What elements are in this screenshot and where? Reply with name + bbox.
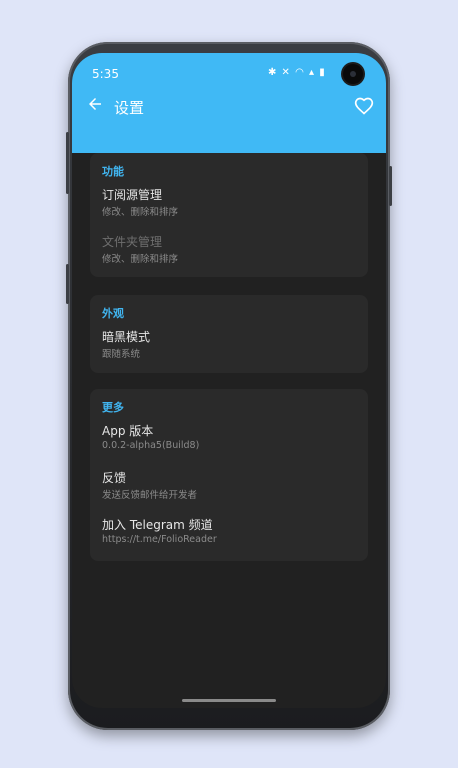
screen: 5:35 ✱ ✕ ◠ ▴ ▮ 设置 功能 订阅源管理 修改、删除和排序 文件夹管… bbox=[72, 53, 386, 708]
subscription-manage-title[interactable]: 订阅源管理 bbox=[102, 186, 162, 203]
arrow-back-icon[interactable] bbox=[86, 95, 106, 117]
page-title: 设置 bbox=[114, 99, 145, 117]
settings-card-features: 功能 订阅源管理 修改、删除和排序 文件夹管理 修改、删除和排序 bbox=[90, 153, 368, 277]
app-version-title[interactable]: App 版本 bbox=[102, 422, 153, 439]
status-time: 5:35 bbox=[92, 67, 119, 81]
app-bar: 设置 bbox=[72, 95, 386, 125]
telegram-subtitle: https://t.me/FolioReader bbox=[102, 534, 217, 545]
dark-mode-title[interactable]: 暗黑模式 bbox=[102, 328, 150, 345]
power-button bbox=[389, 166, 392, 206]
feedback-subtitle: 发送反馈邮件给开发者 bbox=[102, 490, 198, 501]
subscription-manage-subtitle: 修改、删除和排序 bbox=[102, 207, 179, 218]
telegram-title[interactable]: 加入 Telegram 频道 bbox=[102, 516, 213, 533]
section-header: 更多 bbox=[102, 401, 124, 414]
front-camera bbox=[343, 64, 363, 84]
dark-mode-subtitle: 跟随系统 bbox=[102, 349, 141, 360]
section-header: 外观 bbox=[102, 307, 124, 320]
section-header: 功能 bbox=[102, 165, 124, 178]
feedback-title[interactable]: 反馈 bbox=[102, 469, 126, 486]
status-bar: 5:35 ✱ ✕ ◠ ▴ ▮ bbox=[72, 53, 386, 95]
folder-manage-subtitle: 修改、删除和排序 bbox=[102, 254, 179, 265]
heart-outline-icon[interactable] bbox=[354, 96, 374, 116]
folder-manage-title[interactable]: 文件夹管理 bbox=[102, 233, 162, 250]
status-icons: ✱ ✕ ◠ ▴ ▮ bbox=[268, 67, 326, 78]
app-version-subtitle: 0.0.2-alpha5(Build8) bbox=[102, 440, 200, 451]
settings-card-more: 更多 App 版本 0.0.2-alpha5(Build8) 反馈 发送反馈邮件… bbox=[90, 389, 368, 561]
volume-button bbox=[66, 132, 69, 194]
settings-card-appearance: 外观 暗黑模式 跟随系统 bbox=[90, 295, 368, 373]
home-indicator[interactable] bbox=[182, 699, 276, 702]
bixby-button bbox=[66, 264, 69, 304]
